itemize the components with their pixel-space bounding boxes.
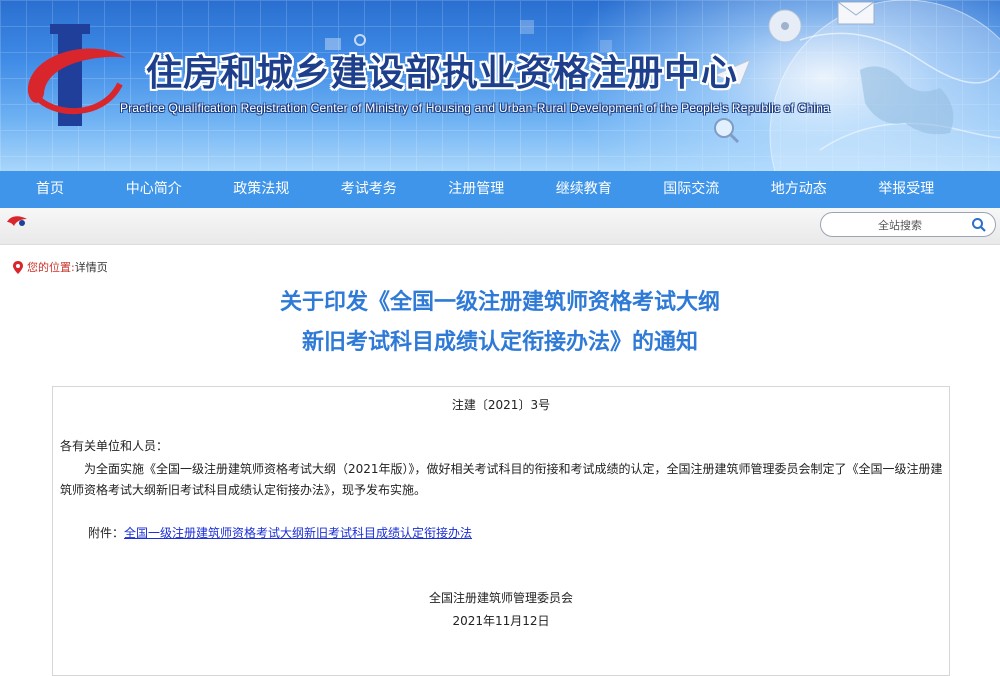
article-title-line-2: 新旧考试科目成绩认定衔接办法》的通知 [301, 330, 698, 355]
search-input[interactable] [835, 217, 965, 233]
envelope-icon [837, 1, 875, 25]
site-subtitle: Practice Qualification Registration Cent… [120, 101, 831, 115]
article-title: 关于印发《全国一级注册建筑师资格考试大纲 新旧考试科目成绩认定衔接办法》的通知 [0, 283, 1000, 363]
bird-icon [7, 216, 27, 226]
nav-item-home[interactable]: 首页 [0, 171, 100, 208]
attachment-link[interactable]: 全国一级注册建筑师资格考试大纲新旧考试科目成绩认定衔接办法 [124, 526, 472, 540]
sign-date: 2021年11月12日 [452, 614, 550, 628]
site-title: 住房和城乡建设部执业资格注册中心 [146, 53, 739, 94]
breadcrumb-current: 详情页 [74, 261, 108, 274]
logo-icon [27, 24, 126, 126]
salutation: 各有关单位和人员： [60, 439, 169, 453]
document-number: 注建〔2021〕3号 [451, 398, 551, 412]
search-box [820, 212, 996, 237]
body-paragraph: 为全面实施《全国一级注册建筑师资格考试大纲（2021年版）》，做好相关考试科目的… [60, 462, 943, 497]
magnifier-icon [714, 118, 740, 144]
nav-item-local-news[interactable]: 地方动态 [745, 171, 853, 208]
nav-item-registration[interactable]: 注册管理 [423, 171, 531, 208]
search-icon[interactable] [971, 217, 987, 233]
breadcrumb: 您的位置: 详情页 [13, 259, 108, 275]
nav-item-about[interactable]: 中心简介 [100, 171, 208, 208]
article-content: 注建〔2021〕3号 各有关单位和人员： 为全面实施《全国一级注册建筑师资格考试… [52, 386, 950, 676]
attachment-label: 附件： [88, 526, 125, 540]
nav-item-policies[interactable]: 政策法规 [208, 171, 316, 208]
nav-item-report[interactable]: 举报受理 [853, 171, 961, 208]
disc-icon [768, 9, 802, 43]
signer: 全国注册建筑师管理委员会 [428, 591, 573, 605]
attachment-line: 附件：全国一级注册建筑师资格考试大纲新旧考试科目成绩认定衔接办法 [88, 524, 472, 541]
nav-item-education[interactable]: 继续教育 [530, 171, 638, 208]
search-strip [0, 208, 1000, 245]
location-pin-icon [13, 260, 23, 274]
nav-item-exams[interactable]: 考试考务 [315, 171, 423, 208]
nav-item-international[interactable]: 国际交流 [638, 171, 746, 208]
site-banner: 住房和城乡建设部执业资格注册中心 Practice Qualification … [0, 0, 1000, 171]
article-title-line-1: 关于印发《全国一级注册建筑师资格考试大纲 [279, 290, 720, 315]
breadcrumb-label: 您的位置: [27, 261, 75, 274]
main-nav: 首页 中心简介 政策法规 考试考务 注册管理 继续教育 国际交流 地方动态 举报… [0, 171, 1000, 208]
